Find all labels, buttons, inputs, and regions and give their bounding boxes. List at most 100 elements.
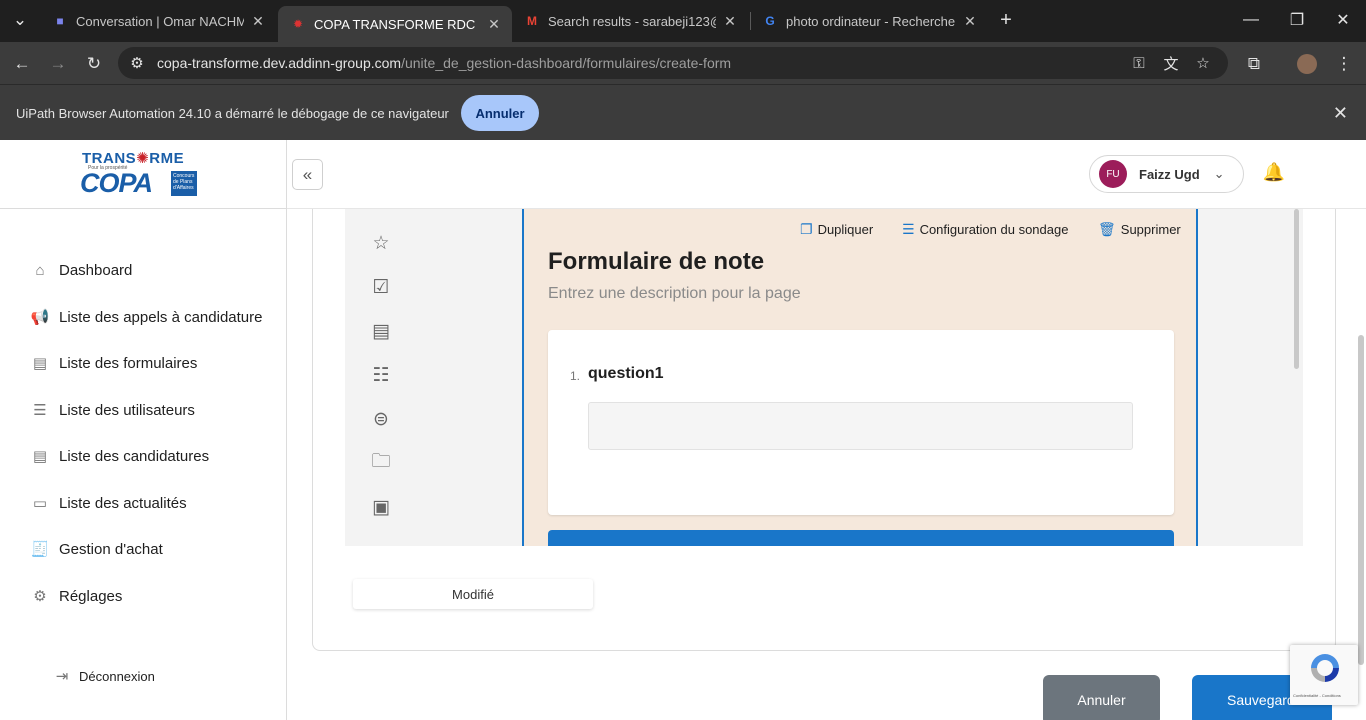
sidebar-item-achat[interactable]: 🧾 Gestion d'achat — [30, 537, 163, 561]
site-info-icon[interactable]: ⚙ — [128, 54, 146, 72]
delete-label: Supprimer — [1120, 222, 1181, 237]
image-icon[interactable]: ▣ — [369, 495, 393, 519]
page-title[interactable]: Formulaire de note — [548, 248, 764, 276]
tab-search-chevron-icon[interactable]: ⌄ — [6, 6, 34, 34]
sidebar-item-candidatures[interactable]: ▤ Liste des candidatures — [30, 444, 209, 468]
maximize-icon[interactable]: ❐ — [1274, 0, 1320, 40]
editor-scrollbar[interactable] — [1294, 209, 1299, 369]
minimize-icon[interactable]: — — [1228, 0, 1274, 40]
menu-kebab-icon[interactable]: ⋮ — [1330, 50, 1358, 78]
question-title[interactable]: question1 — [588, 365, 664, 383]
bell-icon[interactable]: 🔔 — [1261, 159, 1287, 185]
question-card[interactable]: 1. question1 — [548, 330, 1174, 515]
gear-icon: ⚙ — [33, 588, 47, 605]
forward-icon[interactable]: → — [44, 50, 72, 78]
browser-tab[interactable]: M Search results - sarabeji123@g ✕ — [512, 6, 748, 36]
question-answer-input[interactable] — [588, 402, 1133, 450]
logo-part: RME — [149, 150, 185, 167]
chevron-down-icon: ⌄ — [1213, 166, 1225, 181]
infobar-cancel-button[interactable]: Annuler — [461, 95, 539, 131]
sliders-icon: ☰ — [902, 221, 915, 237]
user-menu[interactable]: FU Faizz Ugd ⌄ — [1089, 155, 1244, 193]
tab-title: photo ordinateur - Recherche G — [786, 13, 956, 29]
duplicate-icon: ❐ — [800, 221, 813, 237]
recaptcha-icon — [1311, 654, 1339, 682]
browser-tab[interactable]: G photo ordinateur - Recherche G ✕ — [750, 6, 988, 36]
sidebar-item-label: Liste des utilisateurs — [59, 401, 195, 419]
sidebar-item-formulaires[interactable]: ▤ Liste des formulaires — [30, 351, 198, 375]
logout-label: Déconnexion — [79, 668, 155, 684]
folder-icon[interactable]: 🗀 — [369, 451, 393, 475]
browser-tab[interactable]: ■ Conversation | Omar NACHMI ( ✕ — [40, 6, 276, 36]
reload-icon[interactable]: ↻ — [80, 50, 108, 78]
sidebar-item-appels[interactable]: 📢 Liste des appels à candidature — [30, 305, 263, 329]
delete-button[interactable]: 🗑 Supprimer — [1098, 221, 1181, 238]
translate-icon[interactable]: 文 — [1162, 54, 1180, 73]
sidebar-item-dashboard[interactable]: ⌂ Dashboard — [30, 258, 132, 282]
sidebar-item-label: Dashboard — [59, 261, 133, 279]
tab-title: Search results - sarabeji123@g — [548, 13, 716, 29]
back-icon[interactable]: ← — [8, 50, 36, 78]
users-icon: ☰ — [33, 402, 47, 419]
page-scrollbar[interactable] — [1358, 335, 1364, 665]
sidebar-item-actualites[interactable]: ▭ Liste des actualités — [30, 491, 187, 515]
add-question-button[interactable] — [548, 530, 1174, 546]
logout-button[interactable]: ⇥ Déconnexion — [53, 667, 155, 685]
recaptcha-badge[interactable]: Confidentialité - Conditions — [1290, 645, 1358, 705]
duplicate-label: Dupliquer — [817, 222, 874, 237]
star-icon[interactable]: ☆ — [1194, 54, 1212, 72]
google-icon: G — [765, 14, 775, 28]
browser-tab-active[interactable]: ✹ COPA TRANSFORME RDC ✕ — [278, 6, 512, 42]
megaphone-icon: 📢 — [30, 309, 50, 326]
url-text: copa-transforme.dev.addinn-group.com/uni… — [157, 55, 731, 71]
infobar-close-icon[interactable]: ✕ — [1333, 103, 1348, 124]
duplicate-button[interactable]: ❐ Dupliquer — [800, 221, 873, 238]
new-tab-icon[interactable]: + — [992, 6, 1020, 34]
close-tab-icon[interactable]: ✕ — [722, 13, 738, 30]
page-description[interactable]: Entrez une description pour la page — [548, 285, 801, 303]
checkbox-icon[interactable]: ☑ — [369, 275, 393, 299]
comment-box-icon[interactable]: ▤ — [369, 319, 393, 343]
logo-gear-icon: ✺ — [136, 150, 150, 167]
tab-title: COPA TRANSFORME RDC — [314, 16, 476, 32]
sidebar-item-label: Réglages — [59, 587, 123, 605]
sidebar-item-label: Liste des candidatures — [59, 447, 210, 465]
profile-avatar-icon[interactable] — [1293, 50, 1321, 78]
document-icon: ▤ — [32, 448, 48, 465]
cancel-button[interactable]: Annuler — [1043, 675, 1160, 720]
rating-star-icon[interactable]: ☆ — [369, 231, 393, 255]
close-tab-icon[interactable]: ✕ — [962, 13, 978, 30]
sidebar-item-label: Liste des appels à candidature — [59, 308, 263, 326]
collapse-sidebar-button[interactable]: « — [292, 159, 323, 190]
browser-toolbar: ← → ↻ ⚙ copa-transforme.dev.addinn-group… — [0, 42, 1366, 84]
address-bar[interactable]: ⚙ copa-transforme.dev.addinn-group.com/u… — [118, 47, 1228, 79]
survey-config-label: Configuration du sondage — [919, 222, 1069, 237]
url-path: /unite_de_gestion-dashboard/formulaires/… — [401, 55, 732, 71]
multiple-text-icon[interactable]: ☷ — [369, 363, 393, 387]
logout-icon: ⇥ — [55, 668, 69, 685]
teams-icon: ■ — [56, 14, 64, 28]
logo[interactable]: TRANS✺RME Pour la prospérité COPA Concou… — [0, 140, 286, 209]
toggle-icon[interactable]: ⊜ — [369, 407, 393, 431]
sidebar-item-utilisateurs[interactable]: ☰ Liste des utilisateurs — [30, 398, 195, 422]
sidebar-item-label: Liste des actualités — [59, 494, 187, 512]
tab-title: Conversation | Omar NACHMI ( — [76, 13, 244, 29]
logo-box: Concours de Plans d'Affaires — [171, 171, 197, 196]
news-icon: ▭ — [32, 495, 48, 512]
close-tab-icon[interactable]: ✕ — [486, 16, 502, 33]
close-window-icon[interactable]: ✕ — [1320, 0, 1366, 40]
logo-copa: COPA — [80, 168, 153, 198]
key-icon[interactable]: ⚿ — [1130, 54, 1148, 72]
url-host: copa-transforme.dev.addinn-group.com — [157, 55, 402, 71]
avatar: FU — [1099, 160, 1127, 188]
user-name: Faizz Ugd — [1139, 166, 1200, 182]
copa-icon: ✹ — [292, 17, 304, 31]
sidebar-item-reglages[interactable]: ⚙ Réglages — [30, 584, 122, 608]
form-page[interactable]: ❐ Dupliquer ☰ Configuration du sondage 🗑… — [522, 209, 1198, 546]
close-tab-icon[interactable]: ✕ — [250, 13, 266, 30]
survey-config-button[interactable]: ☰ Configuration du sondage — [902, 221, 1068, 238]
modified-button[interactable]: Modifié — [353, 579, 593, 609]
question-number: 1. — [570, 369, 581, 383]
extensions-icon[interactable]: ⧉ — [1240, 50, 1268, 78]
sidebar: TRANS✺RME Pour la prospérité COPA Concou… — [0, 140, 287, 720]
